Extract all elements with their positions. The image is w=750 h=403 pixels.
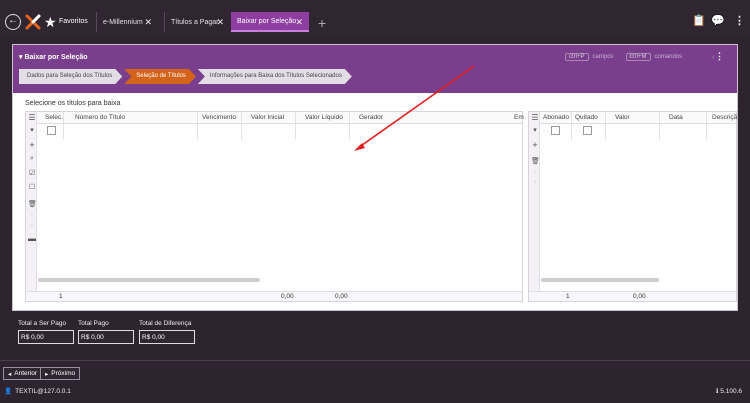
payment-grid: ☰ ▾ + 🗑 ↑ ↓ Abonado Quitado Valor Data D… <box>528 111 737 302</box>
tab-label: e-Millennium <box>103 18 143 26</box>
col-divider <box>659 112 660 140</box>
more-menu-icon[interactable]: ⋮ <box>734 14 745 27</box>
info-icon: ℹ <box>716 388 719 395</box>
col-vencimento[interactable]: Vencimento <box>202 114 236 121</box>
footer-valor-liquido: 0,00 <box>335 293 348 300</box>
close-icon[interactable]: ✕ <box>216 17 224 28</box>
tab-titulos-a-pagar[interactable]: Títulos a Pagar ✕ <box>164 12 230 32</box>
main-panel: ▾ Baixar por Seleção ctrl+P campos | ctr… <box>12 44 738 311</box>
tab-baixar-por-selecao[interactable]: Baixar por Seleção ✕ <box>231 12 309 32</box>
totals-bar: Total a Ser Pago R$ 0,00 Total Pago R$ 0… <box>12 314 738 354</box>
up-icon[interactable]: ↑ <box>531 170 539 176</box>
status-version: ℹ 5.100.6 <box>716 388 742 395</box>
col-em[interactable]: Em <box>514 114 524 121</box>
col-valor-liquido[interactable]: Valor Líquido <box>305 114 343 121</box>
favorites-star-icon[interactable]: ★ <box>44 14 57 30</box>
footer-count: 1 <box>59 293 63 300</box>
col-divider <box>241 112 242 140</box>
tab-e-millennium[interactable]: e-Millennium ✕ <box>96 12 158 32</box>
panel-title[interactable]: ▾ Baixar por Seleção <box>19 53 88 61</box>
up-icon[interactable]: ↑ <box>28 213 36 219</box>
add-tab-icon[interactable]: + <box>318 16 326 30</box>
uncheck-all-icon[interactable]: ☐ <box>28 183 36 191</box>
search-icon[interactable]: ⌕ <box>28 155 36 163</box>
grid-footer: 1 0,00 <box>529 291 736 301</box>
footer-count: 1 <box>566 293 570 300</box>
quitado-checkbox[interactable] <box>583 126 592 135</box>
col-divider <box>706 112 707 140</box>
back-icon[interactable]: ← <box>5 14 21 30</box>
grid-toolbar: ☰ ▾ + 🗑 ↑ ↓ <box>529 112 540 301</box>
chat-icon[interactable]: 💬 <box>711 14 725 27</box>
layout-icon[interactable]: ▬ <box>28 234 36 243</box>
down-icon[interactable]: ↓ <box>28 222 36 228</box>
wizard-steps: Dados para Seleção dos Títulos Seleção d… <box>19 69 354 84</box>
previous-button[interactable]: ◂ Anterior <box>3 367 43 380</box>
row-select-checkbox[interactable] <box>47 126 56 135</box>
col-gerador[interactable]: Gerador <box>359 114 383 121</box>
col-numero-titulo[interactable]: Número do Título <box>75 114 125 121</box>
menu-icon[interactable]: ☰ <box>28 113 36 122</box>
footer-valor-inicial: 0,00 <box>281 293 294 300</box>
close-icon[interactable]: ✕ <box>144 17 152 28</box>
col-selec[interactable]: Selec. <box>45 114 63 121</box>
step-dados-selecao[interactable]: Dados para Seleção dos Títulos <box>19 69 122 84</box>
col-descricao[interactable]: Descriçã <box>712 114 737 121</box>
add-icon[interactable]: + <box>28 140 36 150</box>
down-icon[interactable]: ↓ <box>531 179 539 185</box>
add-icon[interactable]: + <box>531 140 539 150</box>
favorites-label[interactable]: Favoritos <box>59 18 88 25</box>
panel-more-icon[interactable]: ⋮ <box>715 51 724 62</box>
shortcut-fields[interactable]: ctrl+P campos <box>565 52 614 62</box>
chevron-left-icon: ◂ <box>8 370 12 378</box>
tab-label: Títulos a Pagar <box>171 18 219 26</box>
horizontal-scrollbar[interactable] <box>38 278 260 282</box>
col-divider <box>295 112 296 140</box>
clipboard-icon[interactable]: 📋 <box>692 14 706 27</box>
menu-icon[interactable]: ☰ <box>531 113 539 122</box>
status-user: 👤 TEXTIL@127.0.0.1 <box>4 387 71 396</box>
step-selecao-titulos[interactable]: Seleção de Títulos <box>124 69 196 84</box>
chevron-down-icon[interactable]: ▾ <box>531 126 539 134</box>
panel-header: ▾ Baixar por Seleção ctrl+P campos | ctr… <box>13 45 737 93</box>
user-icon: 👤 <box>4 388 13 395</box>
footer-valor: 0,00 <box>633 293 646 300</box>
footer-divider <box>0 360 750 361</box>
col-abonado[interactable]: Abonado <box>543 114 569 121</box>
grid-toolbar: ☰ ▾ + ⌕ ☑ ☐ 🗑 ↑ ↓ ▬ <box>26 112 37 301</box>
col-divider <box>197 112 198 140</box>
col-valor[interactable]: Valor <box>615 114 630 121</box>
total-diferenca-label: Total de Diferença <box>139 320 192 327</box>
chevron-down-icon[interactable]: ▾ <box>28 126 36 134</box>
col-divider <box>605 112 606 140</box>
total-diferenca-field: R$ 0,00 <box>139 330 195 344</box>
col-quitado[interactable]: Quitado <box>575 114 598 121</box>
col-valor-inicial[interactable]: Valor Inicial <box>251 114 284 121</box>
next-button[interactable]: ▸ Próximo <box>40 367 81 380</box>
trash-icon[interactable]: 🗑 <box>531 157 540 165</box>
shortcut-commands[interactable]: ctrl+M comandos <box>626 52 682 62</box>
chevron-right-icon: ▸ <box>45 370 49 378</box>
abonado-checkbox[interactable] <box>551 126 560 135</box>
horizontal-scrollbar[interactable] <box>541 278 659 282</box>
tab-label: Baixar por Seleção <box>237 17 297 25</box>
trash-icon[interactable]: 🗑 <box>28 200 37 208</box>
col-divider <box>349 112 350 140</box>
total-pago-label: Total Pago <box>78 320 109 327</box>
col-data[interactable]: Data <box>669 114 683 121</box>
total-ser-pago-field: R$ 0,00 <box>18 330 74 344</box>
col-divider <box>571 112 572 140</box>
col-divider <box>63 112 64 140</box>
section-label: Selecione os títulos para baixa <box>25 100 121 107</box>
top-bar: ← ★ Favoritos e-Millennium ✕ Títulos a P… <box>0 0 750 36</box>
check-all-icon[interactable]: ☑ <box>28 169 36 177</box>
titles-grid: ☰ ▾ + ⌕ ☑ ☐ 🗑 ↑ ↓ ▬ Selec. Número do Tít… <box>25 111 524 302</box>
total-pago-field: R$ 0,00 <box>78 330 134 344</box>
close-icon[interactable]: ✕ <box>295 17 303 28</box>
grid-footer: 1 0,00 0,00 <box>26 291 522 301</box>
app-logo-icon <box>25 14 41 30</box>
total-ser-pago-label: Total a Ser Pago <box>18 320 67 327</box>
step-informacoes-baixa[interactable]: Informações para Baixa dos Títulos Selec… <box>198 69 352 84</box>
